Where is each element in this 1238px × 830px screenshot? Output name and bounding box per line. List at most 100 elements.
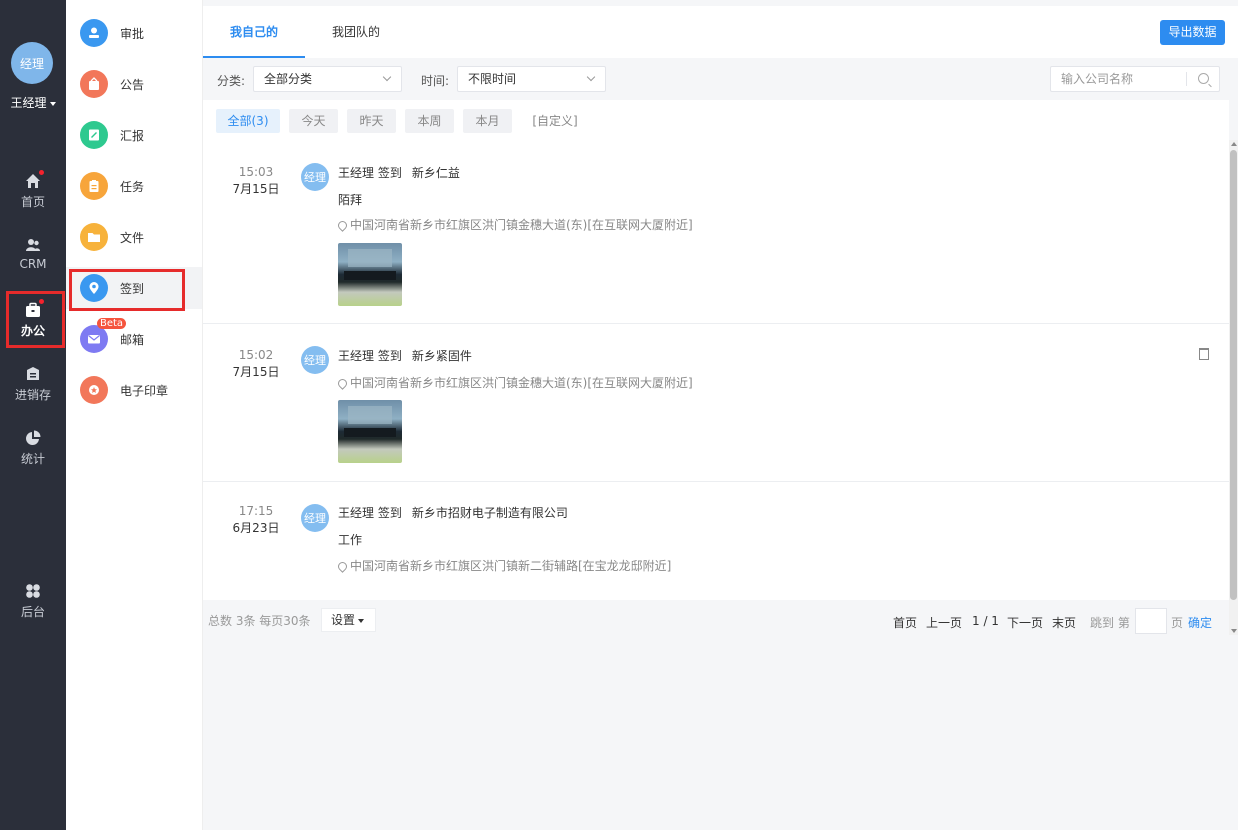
category-select[interactable]: 全部分类: [253, 66, 402, 92]
user-menu[interactable]: 王经理: [0, 94, 66, 111]
chip-all[interactable]: 全部(3): [216, 109, 280, 133]
record-photo[interactable]: [338, 400, 402, 463]
record-place[interactable]: 新乡市招财电子制造有限公司: [412, 506, 568, 520]
record-place[interactable]: 新乡紧固件: [412, 349, 472, 363]
chip-yesterday[interactable]: 昨天: [347, 109, 396, 133]
confirm-jump-button[interactable]: 确定: [1188, 614, 1212, 631]
search-divider: [1186, 72, 1187, 86]
record-title: 王经理 签到 新乡紧固件: [338, 347, 472, 364]
jump-page-input[interactable]: [1135, 608, 1167, 634]
record-clock: 15:02: [238, 348, 274, 362]
trash-icon[interactable]: [1199, 348, 1209, 360]
search-icon[interactable]: [1198, 73, 1209, 84]
highlight-box: [6, 291, 65, 348]
tab-team[interactable]: 我团队的: [305, 6, 407, 58]
last-page-link[interactable]: 末页: [1052, 614, 1076, 631]
rail-item-crm[interactable]: CRM: [0, 237, 66, 271]
pagination-bar: 总数 3条 每页30条 设置 首页 上一页 1 / 1 下一页 末页 跳到 第 …: [203, 604, 1229, 634]
report-icon: [80, 121, 108, 149]
record-place[interactable]: 新乡仁益: [412, 166, 460, 180]
app-window: 经理 王经理 首页 CRM 办公 进销存 统计 后台 审批 公告 汇报 任务 文…: [0, 0, 1238, 830]
avatar[interactable]: 经理: [11, 42, 53, 84]
module-label: 邮箱: [120, 332, 145, 347]
rail-item-statistics[interactable]: 统计: [0, 430, 66, 467]
module-item-task[interactable]: 任务: [66, 165, 202, 207]
tab-bar: 我自己的 我团队的 导出数据: [203, 6, 1238, 58]
list-item: 15:02 7月15日 经理 王经理 签到 新乡紧固件 中国河南省新乡市红旗区洪门…: [203, 324, 1229, 482]
rail-item-inventory[interactable]: 进销存: [0, 366, 66, 403]
record-address-text: 中国河南省新乡市红旗区洪门镇新二街辅路[在宝龙龙邸附近]: [350, 559, 672, 573]
announcement-icon: [80, 70, 108, 98]
record-address: 中国河南省新乡市红旗区洪门镇金穗大道(东)[在互联网大厦附近]: [336, 216, 693, 233]
checkin-list-panel: 全部(3) 今天 昨天 本周 本月 [自定义] 15:03 7月15日 经理 王…: [203, 100, 1229, 600]
location-pin-icon: [336, 560, 349, 573]
list-item: 17:15 6月23日 经理 王经理 签到 新乡市招财电子制造有限公司 工作 中国…: [203, 482, 1229, 600]
category-value: 全部分类: [264, 72, 313, 86]
inventory-icon: [25, 366, 41, 382]
module-label: 审批: [120, 26, 145, 41]
record-user-action: 王经理 签到: [338, 506, 402, 520]
notification-dot: [39, 170, 44, 175]
rail-item-admin[interactable]: 后台: [0, 583, 66, 620]
photo-detail: [344, 428, 396, 437]
module-item-report[interactable]: 汇报: [66, 114, 202, 156]
chip-custom[interactable]: [自定义]: [524, 109, 586, 133]
record-date: 7月15日: [232, 182, 280, 196]
company-search: [1050, 66, 1220, 92]
highlight-box: [69, 269, 185, 311]
time-select[interactable]: 不限时间: [457, 66, 606, 92]
photo-detail: [348, 406, 392, 424]
module-label: 文件: [120, 230, 145, 245]
rail-item-label: 统计: [20, 452, 45, 466]
time-label: 时间:: [421, 74, 450, 88]
main-nav-rail: 经理 王经理 首页 CRM 办公 进销存 统计 后台: [0, 0, 66, 830]
scroll-down-arrow-icon[interactable]: [1231, 629, 1237, 633]
page-indicator: 1 / 1: [972, 614, 999, 628]
chip-today[interactable]: 今天: [289, 109, 338, 133]
chevron-down-icon: [586, 72, 596, 82]
user-name: 王经理: [10, 96, 47, 110]
module-item-mail[interactable]: Beta 邮箱: [66, 318, 202, 360]
record-note: 工作: [338, 533, 363, 547]
first-page-link[interactable]: 首页: [893, 614, 917, 631]
record-time: 17:15 6月23日: [223, 503, 289, 537]
chip-this-month[interactable]: 本月: [463, 109, 512, 133]
scrollbar[interactable]: [1229, 140, 1238, 635]
record-clock: 17:15: [238, 504, 274, 518]
crm-icon: [25, 237, 41, 253]
record-photo[interactable]: [338, 243, 402, 306]
module-item-approval[interactable]: 审批: [66, 12, 202, 54]
page-unit-label: 页: [1171, 616, 1184, 630]
settings-dropdown-button[interactable]: 设置: [321, 608, 376, 632]
record-date: 7月15日: [232, 365, 280, 379]
avatar: 经理: [301, 504, 329, 532]
prev-page-link[interactable]: 上一页: [926, 614, 962, 631]
search-input[interactable]: [1051, 67, 1181, 91]
record-address: 中国河南省新乡市红旗区洪门镇新二街辅路[在宝龙龙邸附近]: [336, 557, 672, 574]
module-item-files[interactable]: 文件: [66, 216, 202, 258]
scrollbar-thumb[interactable]: [1230, 150, 1237, 600]
admin-grid-icon: [25, 583, 41, 599]
record-user-action: 王经理 签到: [338, 349, 402, 363]
jump-to-label: 跳到 第: [1090, 616, 1130, 630]
avatar: 经理: [301, 163, 329, 191]
record-note: 陌拜: [338, 193, 363, 207]
chip-this-week[interactable]: 本周: [405, 109, 454, 133]
module-label: 公告: [120, 77, 145, 92]
export-data-button[interactable]: 导出数据: [1160, 20, 1225, 45]
beta-badge: Beta: [97, 318, 127, 329]
record-time: 15:03 7月15日: [223, 164, 289, 198]
scroll-up-arrow-icon[interactable]: [1231, 142, 1237, 146]
next-page-link[interactable]: 下一页: [1007, 614, 1043, 631]
record-user-action: 王经理 签到: [338, 166, 402, 180]
rail-item-label: 后台: [20, 605, 45, 619]
tab-mine[interactable]: 我自己的: [203, 6, 305, 58]
module-item-seal[interactable]: 电子印章: [66, 369, 202, 411]
module-item-announcement[interactable]: 公告: [66, 63, 202, 105]
location-pin-icon: [336, 377, 349, 390]
chevron-down-icon: [382, 72, 392, 82]
record-address-text: 中国河南省新乡市红旗区洪门镇金穗大道(东)[在互联网大厦附近]: [350, 218, 693, 232]
rail-item-home[interactable]: 首页: [0, 170, 66, 210]
record-date: 6月23日: [232, 521, 280, 535]
settings-label: 设置: [331, 613, 356, 627]
